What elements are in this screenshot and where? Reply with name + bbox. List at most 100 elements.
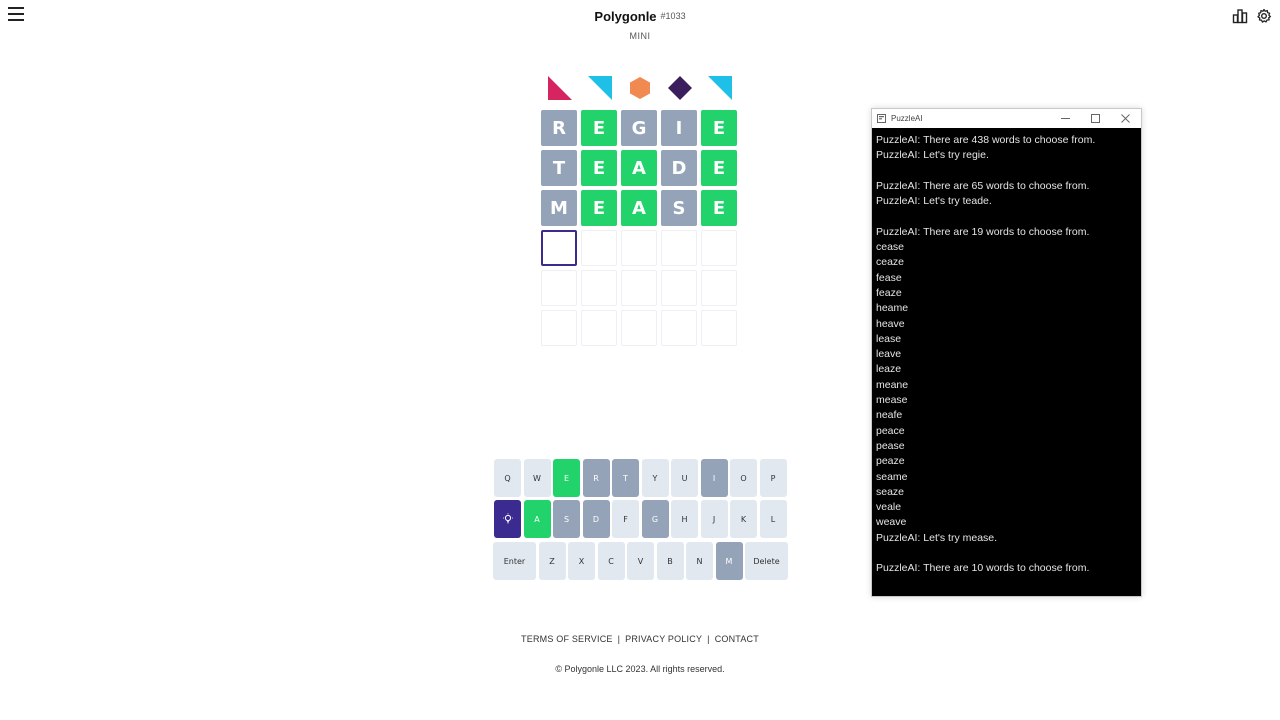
page-title: Polygonle <box>594 9 657 24</box>
console-line: PuzzleAI: There are 65 words to choose f… <box>876 179 1090 192</box>
key-n[interactable]: N <box>686 542 713 580</box>
footer-separator: | <box>617 634 621 644</box>
grid-tile: G <box>621 110 657 146</box>
key-f[interactable]: F <box>612 500 639 538</box>
grid-tile: S <box>661 190 697 226</box>
footer-separator: | <box>707 634 710 644</box>
console-line: leaze <box>876 363 902 376</box>
puzzleai-window: PuzzleAI PuzzleAI: There are 438 words t… <box>871 108 1142 597</box>
console-line: PuzzleAI: There are 10 words to choose f… <box>876 562 1090 575</box>
key-c[interactable]: C <box>597 542 625 580</box>
key-delete[interactable]: Delete <box>745 542 788 580</box>
grid-tile <box>541 230 577 266</box>
key-o[interactable]: O <box>730 459 757 497</box>
console-line: leave <box>876 348 902 361</box>
key-m[interactable]: M <box>715 542 743 580</box>
key-x[interactable]: X <box>568 542 595 580</box>
key-s[interactable]: S <box>553 500 580 538</box>
privacy-policy-link[interactable]: PRIVACY POLICY <box>625 634 702 644</box>
grid-tile: E <box>581 150 617 186</box>
minimize-button[interactable] <box>1055 111 1075 126</box>
grid-tile <box>701 270 737 306</box>
grid-tile: M <box>541 190 577 226</box>
key-q[interactable]: Q <box>494 459 521 497</box>
footer-links: TERMS OF SERVICE | PRIVACY POLICY | CONTACT <box>0 634 1280 644</box>
key-v[interactable]: V <box>627 542 654 580</box>
minimize-icon <box>1060 118 1070 119</box>
page-title-wrap: Polygonle #1033 <box>0 8 1280 26</box>
grid-tile: E <box>581 190 617 226</box>
grid-tile <box>661 230 697 266</box>
key-r[interactable]: R <box>582 459 610 497</box>
console-line: neafe <box>876 409 903 422</box>
key-u[interactable]: U <box>671 459 698 497</box>
grid-tile: E <box>701 150 737 186</box>
shape-hint-diamond <box>668 76 692 100</box>
gear-icon[interactable] <box>1256 8 1272 24</box>
key-e[interactable]: E <box>553 459 580 497</box>
console-output[interactable]: PuzzleAI: There are 438 words to choose … <box>872 128 1141 596</box>
grid-tile <box>701 230 737 266</box>
grid-tile: R <box>541 110 577 146</box>
console-line: ceaze <box>876 256 905 269</box>
window-title: PuzzleAI <box>891 114 923 123</box>
puzzle-number: #1033 <box>660 11 686 21</box>
console-line: heave <box>876 317 905 330</box>
console-line: lease <box>876 332 902 345</box>
key-p[interactable]: P <box>759 459 787 497</box>
contact-link[interactable]: CONTACT <box>715 634 759 644</box>
grid-tile: E <box>701 190 737 226</box>
key-y[interactable]: Y <box>641 459 669 497</box>
console-line: peace <box>876 424 905 437</box>
shape-hint-triangle-top-right <box>588 76 612 100</box>
grid-tile: D <box>661 150 697 186</box>
console-line: peaze <box>876 455 905 468</box>
console-line: PuzzleAI: Let's try regie. <box>876 149 989 162</box>
key-g[interactable]: G <box>641 500 669 538</box>
close-icon <box>1120 114 1130 123</box>
key-l[interactable]: L <box>759 500 787 538</box>
shape-hint-triangle-bottom-left <box>548 76 572 100</box>
grid-tile: T <box>541 150 577 186</box>
stats-icon[interactable] <box>1232 8 1248 24</box>
key-a[interactable]: A <box>523 500 551 538</box>
key-z[interactable]: Z <box>538 542 566 580</box>
grid-tile <box>621 270 657 306</box>
key-t[interactable]: T <box>612 459 639 497</box>
console-line: PuzzleAI: Let's try teade. <box>876 195 992 208</box>
console-line: seame <box>876 470 908 483</box>
key-j[interactable]: J <box>700 500 728 538</box>
console-line: fease <box>876 271 902 284</box>
key-d[interactable]: D <box>582 500 610 538</box>
key-i[interactable]: I <box>700 459 728 497</box>
key-w[interactable]: W <box>523 459 551 497</box>
grid-tile: E <box>581 110 617 146</box>
app-icon <box>877 114 886 123</box>
console-line: PuzzleAI: There are 438 words to choose … <box>876 134 1096 146</box>
terms-of-service-link[interactable]: TERMS OF SERVICE <box>521 634 613 644</box>
console-line: weave <box>876 516 907 529</box>
window-titlebar[interactable]: PuzzleAI <box>872 109 1141 128</box>
grid-tile: A <box>621 190 657 226</box>
console-line: meane <box>876 378 909 391</box>
shape-hint-hexagon <box>630 77 650 99</box>
console-line: heame <box>876 302 909 315</box>
grid-tile <box>581 230 617 266</box>
key-k[interactable]: K <box>730 500 757 538</box>
console-line: PuzzleAI: There are 19 words to choose f… <box>876 225 1090 238</box>
key-h[interactable]: H <box>671 500 698 538</box>
hint-button[interactable] <box>494 500 521 538</box>
grid-tile: A <box>621 150 657 186</box>
grid-tile <box>621 310 657 346</box>
maximize-icon <box>1090 114 1100 123</box>
grid-tile <box>541 270 577 306</box>
grid-tile: I <box>661 110 697 146</box>
mode-subtitle: MINI <box>629 31 651 41</box>
key-b[interactable]: B <box>656 542 684 580</box>
grid-tile <box>581 310 617 346</box>
close-button[interactable] <box>1115 111 1135 126</box>
key-enter[interactable]: Enter <box>493 542 536 580</box>
maximize-button[interactable] <box>1085 111 1105 126</box>
